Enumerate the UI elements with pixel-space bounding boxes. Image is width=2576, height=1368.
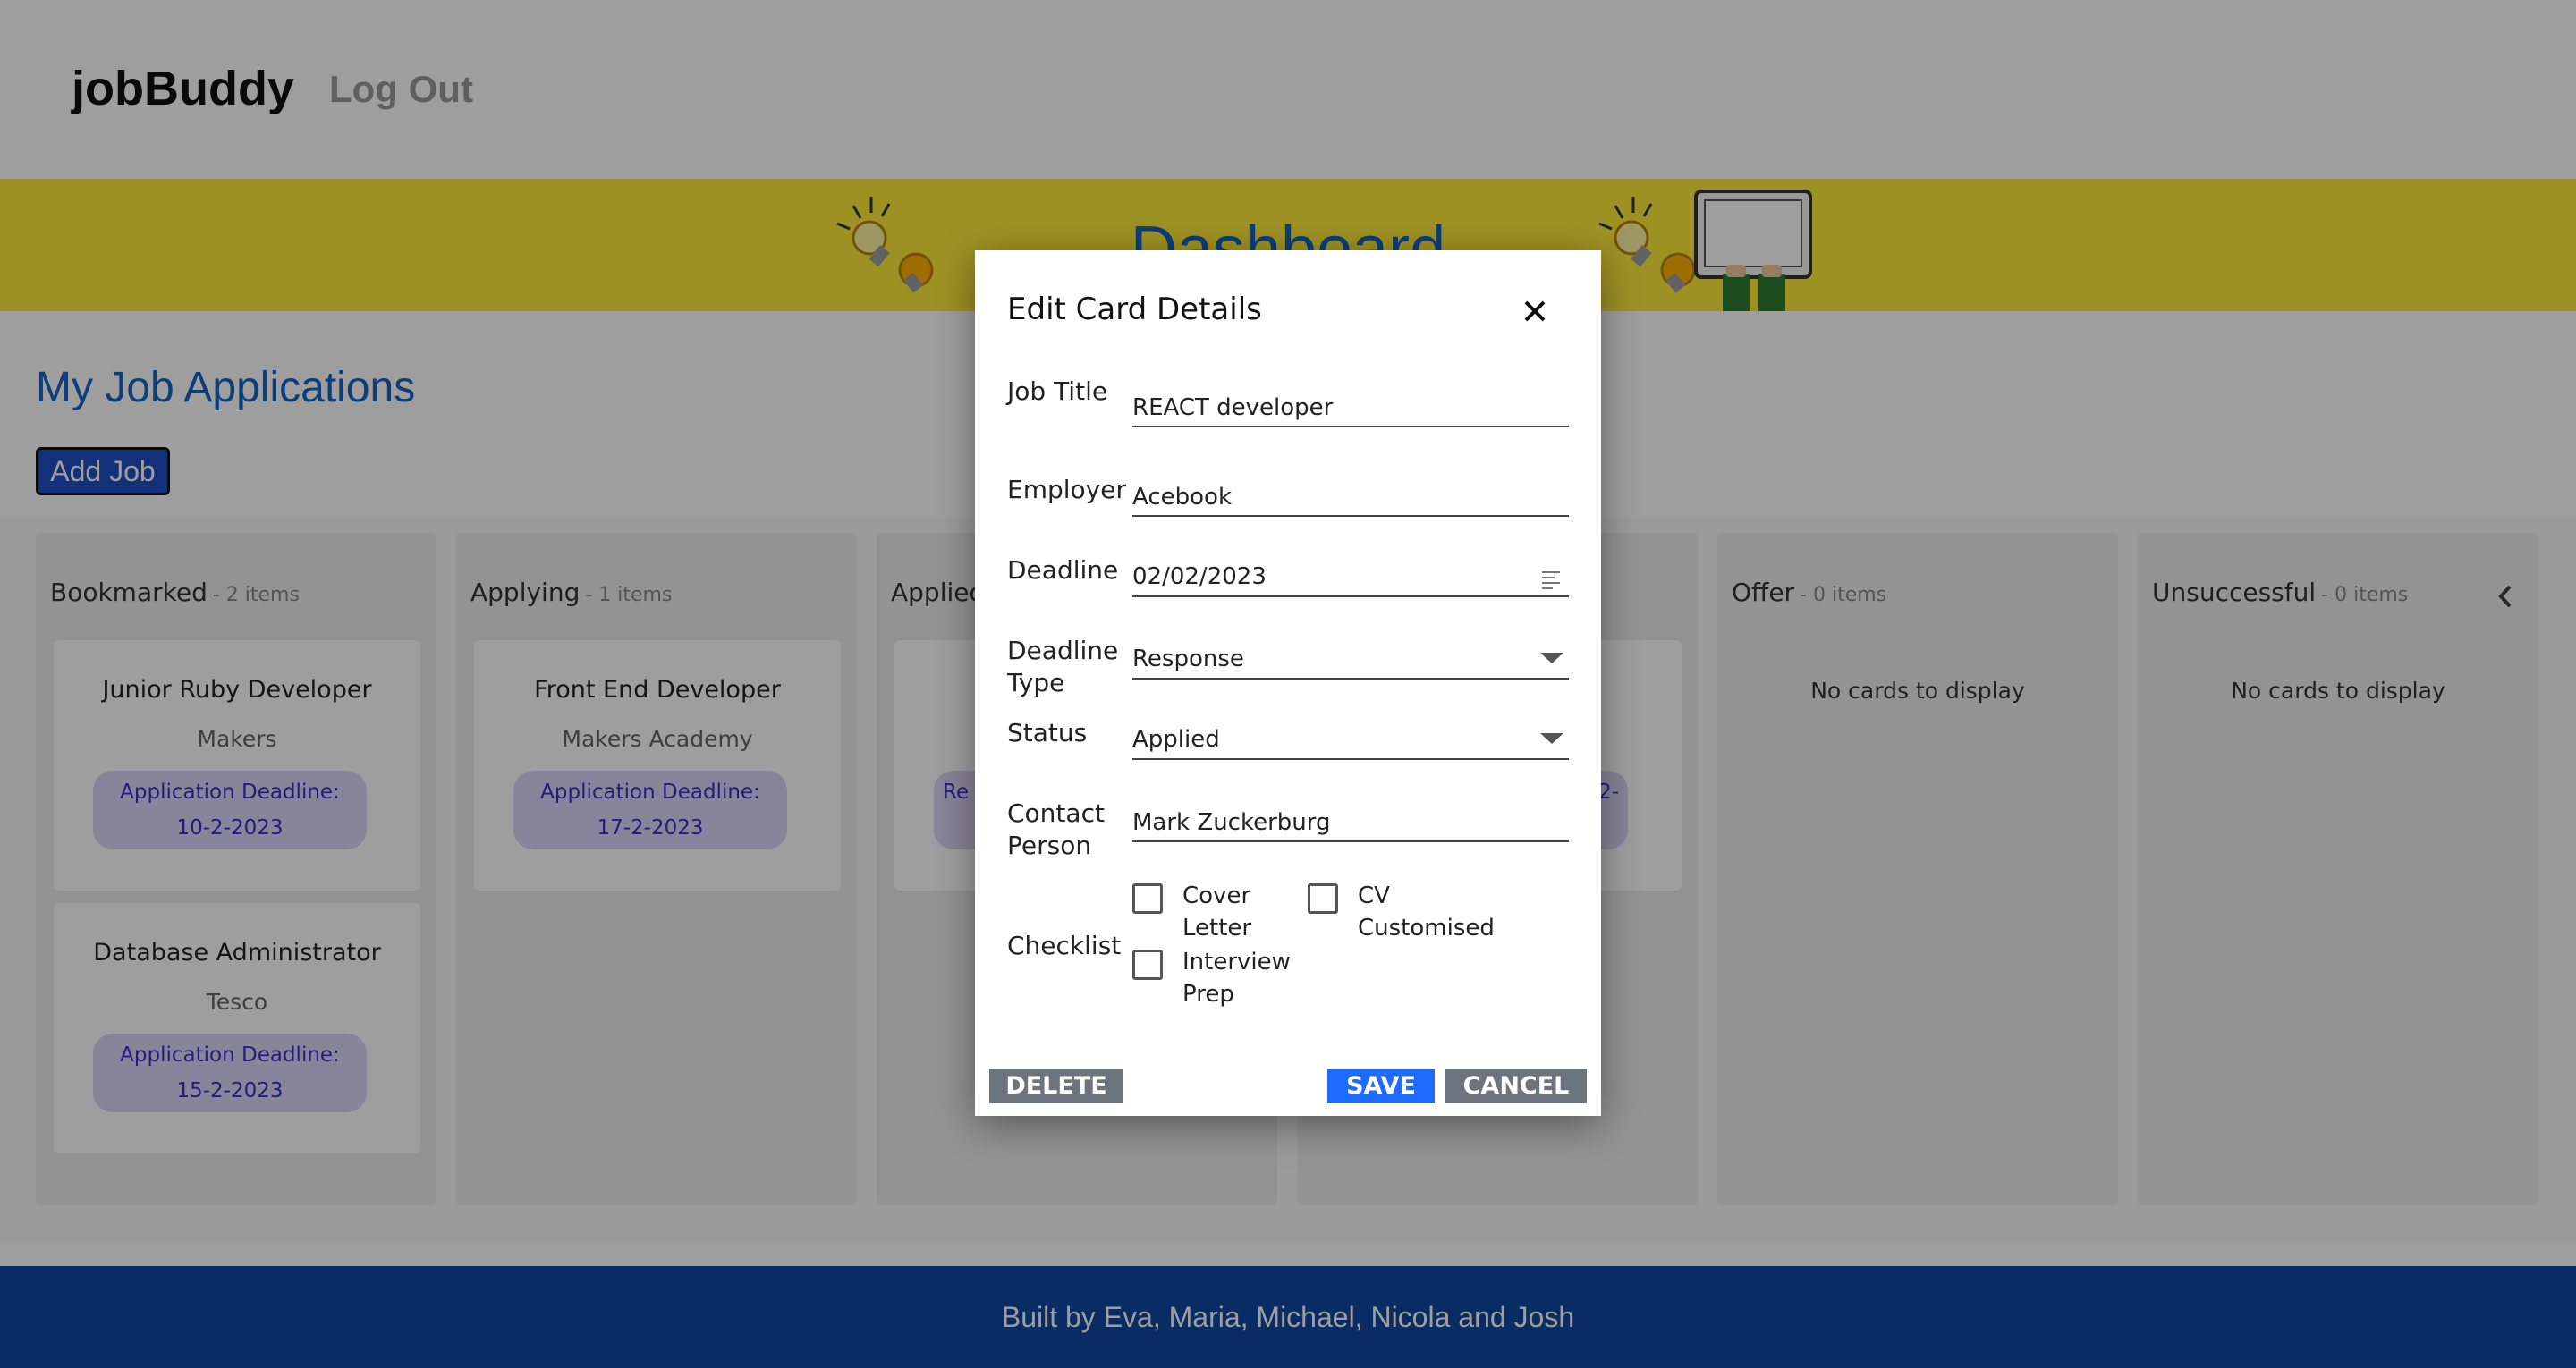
deadline-date-field[interactable]: 02/02/2023 bbox=[1132, 551, 1569, 597]
status-label: Status bbox=[1007, 718, 1088, 747]
deadline-type-label: Deadline Type bbox=[1007, 635, 1118, 699]
deadline-type-select[interactable]: Response bbox=[1132, 633, 1569, 680]
contact-person-field[interactable] bbox=[1132, 796, 1569, 842]
chevron-down-icon bbox=[1540, 653, 1563, 663]
edit-card-dialog: Edit Card Details Job Title Employer Dea… bbox=[975, 250, 1601, 1116]
label-line: Cover bbox=[1182, 882, 1251, 909]
label-line: Prep bbox=[1182, 981, 1234, 1008]
close-icon[interactable] bbox=[1515, 291, 1555, 331]
save-button[interactable]: SAVE bbox=[1327, 1069, 1435, 1103]
employer-field[interactable] bbox=[1132, 470, 1569, 517]
deadline-type-value: Response bbox=[1132, 646, 1244, 672]
job-title-label: Job Title bbox=[1007, 376, 1108, 406]
employer-label: Employer bbox=[1007, 475, 1126, 504]
cancel-button[interactable]: CANCEL bbox=[1445, 1069, 1587, 1103]
label-line: Deadline bbox=[1007, 636, 1119, 665]
cv-customised-checkbox[interactable] bbox=[1308, 883, 1338, 914]
status-value: Applied bbox=[1132, 726, 1220, 753]
cover-letter-checkbox[interactable] bbox=[1132, 883, 1163, 914]
chevron-down-icon bbox=[1540, 733, 1563, 744]
label-line: Type bbox=[1007, 668, 1065, 697]
label-line: Contact bbox=[1007, 798, 1105, 828]
contact-person-label: Contact Person bbox=[1007, 798, 1105, 862]
dialog-title: Edit Card Details bbox=[1007, 291, 1262, 327]
label-line: Letter bbox=[1182, 915, 1252, 942]
label-line: CV bbox=[1358, 882, 1390, 909]
job-title-field[interactable] bbox=[1132, 381, 1569, 427]
interview-prep-label: Interview Prep bbox=[1182, 946, 1291, 1010]
cv-customised-label: CV Customised bbox=[1358, 880, 1495, 944]
label-line: Interview bbox=[1182, 949, 1291, 975]
cover-letter-label: Cover Letter bbox=[1182, 880, 1251, 944]
deadline-label: Deadline bbox=[1007, 555, 1119, 585]
interview-prep-checkbox[interactable] bbox=[1132, 950, 1163, 980]
calendar-icon[interactable] bbox=[1540, 569, 1562, 592]
delete-button[interactable]: DELETE bbox=[989, 1069, 1123, 1103]
label-line: Customised bbox=[1358, 915, 1495, 942]
deadline-date-value: 02/02/2023 bbox=[1132, 563, 1267, 590]
checklist-label: Checklist bbox=[1007, 931, 1122, 960]
status-select[interactable]: Applied bbox=[1132, 714, 1569, 760]
label-line: Person bbox=[1007, 831, 1092, 860]
